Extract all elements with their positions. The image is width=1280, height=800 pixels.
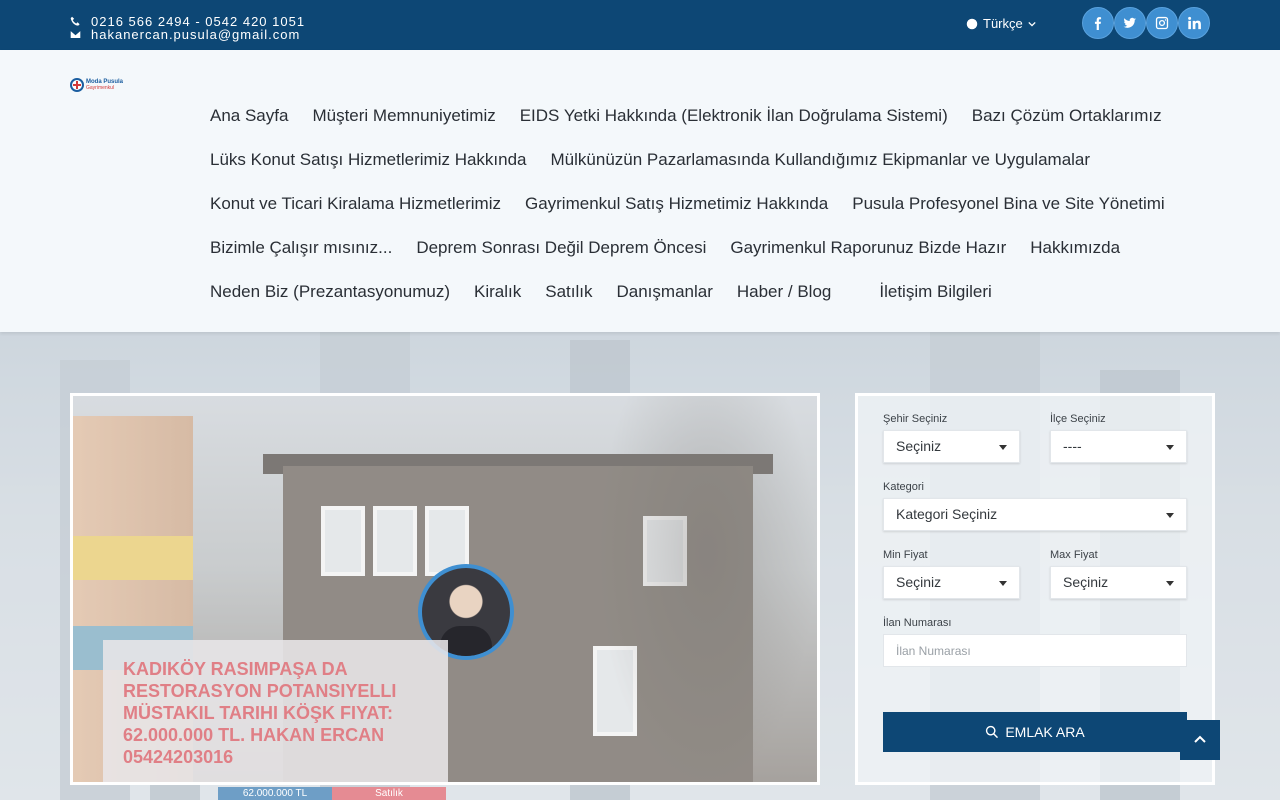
menu-item-eids[interactable]: EIDS Yetki Hakkında (Elektronik İlan Doğ… (520, 106, 948, 126)
menu-item-about[interactable]: Hakkımızda (1030, 238, 1120, 258)
max-price-select-value: Seçiniz (1063, 574, 1109, 590)
min-price-select[interactable]: Seçiniz (883, 566, 1020, 599)
menu-item-partners[interactable]: Bazı Çözüm Ortaklarımız (972, 106, 1162, 126)
caret-down-icon (1166, 581, 1174, 586)
min-price-select-value: Seçiniz (896, 574, 942, 590)
chevron-up-icon (1194, 735, 1206, 743)
phone-icon (70, 16, 80, 26)
envelope-icon (70, 31, 81, 38)
city-select[interactable]: Seçiniz (883, 430, 1020, 463)
site-logo[interactable]: Moda Pusula Gayrimenkul (70, 78, 123, 92)
menu-item-marketing-equipment[interactable]: Mülkünüzün Pazarlamasında Kullandığımız … (551, 150, 1091, 170)
category-label: Kategori (883, 481, 924, 493)
twitter-icon (1123, 17, 1137, 28)
menu-item-building-management[interactable]: Pusula Profesyonel Bina ve Site Yönetimi (852, 194, 1164, 214)
min-price-label: Min Fiyat (883, 549, 928, 561)
menu-item-rental-services[interactable]: Konut ve Ticari Kiralama Hizmetlerimiz (210, 194, 501, 214)
menu-item-luxury-sales[interactable]: Lüks Konut Satışı Hizmetlerimiz Hakkında (210, 150, 527, 170)
menu-item-home[interactable]: Ana Sayfa (210, 106, 288, 126)
email-row: hakanercan.pusula@gmail.com (70, 28, 305, 41)
listing-number-label: İlan Numarası (883, 617, 952, 629)
menu-item-blog[interactable]: Haber / Blog (737, 282, 832, 302)
language-selector[interactable]: Türkçe (966, 16, 1036, 31)
menu-row: Lüks Konut Satışı Hizmetlerimiz Hakkında… (210, 138, 1220, 182)
contact-info: 0216 566 2494 - 0542 420 1051 hakanercan… (70, 15, 305, 41)
search-button[interactable]: EMLAK ARA (883, 712, 1187, 752)
twitter-button[interactable] (1114, 7, 1146, 39)
category-select[interactable]: Kategori Seçiniz (883, 498, 1187, 531)
price-tag: 62.000.000 TL (218, 787, 332, 800)
email-link[interactable]: hakanercan.pusula@gmail.com (91, 28, 300, 41)
linkedin-button[interactable] (1178, 7, 1210, 39)
facebook-button[interactable] (1082, 7, 1114, 39)
instagram-button[interactable] (1146, 7, 1178, 39)
search-home-icon (986, 725, 999, 739)
type-tag: Satılık (332, 787, 446, 800)
caret-down-icon (1166, 445, 1174, 450)
district-label: İlçe Seçiniz (1050, 413, 1106, 425)
menu-row: Ana Sayfa Müşteri Memnuniyetimiz EIDS Ye… (210, 94, 1220, 138)
district-select[interactable]: ---- (1050, 430, 1187, 463)
max-price-select[interactable]: Seçiniz (1050, 566, 1187, 599)
caret-down-icon (999, 581, 1007, 586)
main-menu: Ana Sayfa Müşteri Memnuniyetimiz EIDS Ye… (210, 94, 1220, 314)
menu-item-real-estate-report[interactable]: Gayrimenkul Raporunuz Bizde Hazır (730, 238, 1006, 258)
listing-title-box: KADIKÖY RASIMPAŞA DA RESTORASYON POTANSI… (103, 640, 448, 782)
menu-item-for-sale[interactable]: Satılık (545, 282, 592, 302)
city-select-value: Seçiniz (896, 438, 942, 454)
menu-item-earthquake[interactable]: Deprem Sonrası Değil Deprem Öncesi (416, 238, 706, 258)
district-select-value: ---- (1063, 438, 1082, 454)
menu-item-why-us[interactable]: Neden Biz (Prezantasyonumuz) (210, 282, 450, 302)
menu-row: Bizimle Çalışır mısınız... Deprem Sonras… (210, 226, 1220, 270)
menu-row: Neden Biz (Prezantasyonumuz) Kiralık Sat… (210, 270, 1220, 314)
logo-line-2: Gayrimenkul (86, 85, 115, 91)
main-navigation-panel: Moda Pusula Gayrimenkul Ana Sayfa Müşter… (0, 50, 1280, 332)
menu-item-contact[interactable]: İletişim Bilgileri (879, 282, 991, 302)
language-label: Türkçe (983, 16, 1023, 31)
menu-item-careers[interactable]: Bizimle Çalışır mısınız... (210, 238, 392, 258)
chevron-down-icon (1028, 21, 1036, 27)
listing-number-input[interactable] (883, 634, 1187, 667)
menu-item-consultants[interactable]: Danışmanlar (617, 282, 713, 302)
logo-text: Moda Pusula Gayrimenkul (86, 79, 123, 91)
caret-down-icon (999, 445, 1007, 450)
menu-item-customer-satisfaction[interactable]: Müşteri Memnuniyetimiz (312, 106, 495, 126)
linkedin-icon (1188, 16, 1201, 30)
menu-row: Konut ve Ticari Kiralama Hizmetlerimiz G… (210, 182, 1220, 226)
facebook-icon (1094, 17, 1102, 30)
city-label: Şehir Seçiniz (883, 413, 948, 425)
listing-tags: 62.000.000 TL Satılık (218, 787, 446, 800)
search-button-label: EMLAK ARA (1005, 724, 1085, 740)
back-to-top-button[interactable] (1180, 720, 1220, 760)
menu-item-for-rent[interactable]: Kiralık (474, 282, 521, 302)
top-bar: 0216 566 2494 - 0542 420 1051 hakanercan… (0, 0, 1280, 50)
compass-logo-icon (70, 78, 84, 92)
featured-listing-card[interactable]: KADIKÖY RASIMPAŞA DA RESTORASYON POTANSI… (70, 393, 820, 785)
menu-item-sales-service[interactable]: Gayrimenkul Satış Hizmetimiz Hakkında (525, 194, 828, 214)
listing-title[interactable]: KADIKÖY RASIMPAŞA DA RESTORASYON POTANSI… (123, 658, 428, 768)
globe-icon (966, 18, 978, 29)
instagram-icon (1155, 16, 1169, 30)
category-select-value: Kategori Seçiniz (896, 506, 998, 522)
property-search-panel: Şehir Seçiniz Seçiniz İlçe Seçiniz ---- … (855, 393, 1215, 785)
max-price-label: Max Fiyat (1050, 549, 1098, 561)
social-links (1082, 7, 1210, 39)
caret-down-icon (1166, 513, 1174, 518)
